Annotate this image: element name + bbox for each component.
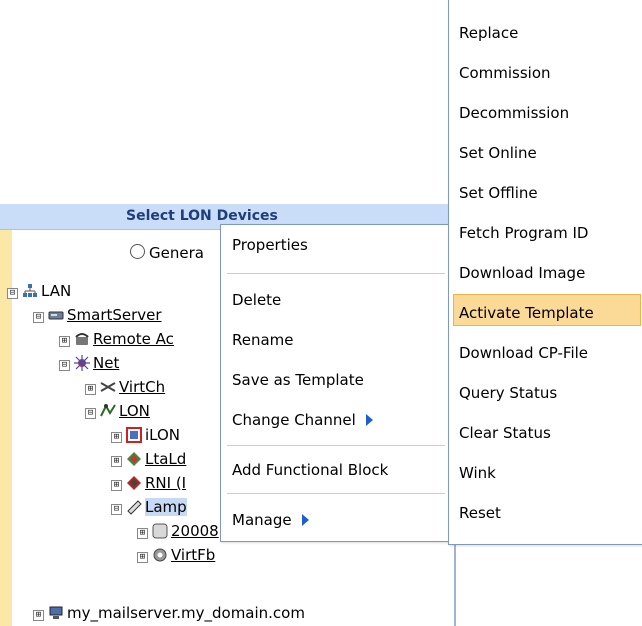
lon-channel-icon bbox=[100, 403, 116, 419]
menu-item-properties[interactable]: Properties bbox=[232, 236, 308, 254]
radio-label: Genera bbox=[149, 244, 204, 262]
manage-submenu: Replace Commission Decommission Set Onli… bbox=[448, 0, 642, 545]
rni-device-icon bbox=[126, 475, 142, 491]
submenu-arrow-icon bbox=[365, 414, 373, 426]
network-icon bbox=[22, 283, 38, 299]
menu-separator bbox=[227, 273, 445, 274]
tree-node-ltald[interactable]: ⊞ LtaLd bbox=[111, 449, 186, 469]
tree-label[interactable]: RNI (I bbox=[145, 474, 186, 492]
tree-node-lamp[interactable]: ⊟ Lamp bbox=[111, 497, 187, 517]
tree-label[interactable]: iLON bbox=[145, 426, 180, 444]
menu-item-decommission[interactable]: Decommission bbox=[459, 104, 569, 122]
menu-item-query-status[interactable]: Query Status bbox=[459, 384, 557, 402]
expand-icon[interactable]: ⊞ bbox=[85, 384, 96, 395]
collapse-icon[interactable]: ⊟ bbox=[85, 408, 96, 419]
tree-node-mailserver[interactable]: ⊞ my_mailserver.my_domain.com bbox=[33, 603, 305, 623]
menu-item-set-online[interactable]: Set Online bbox=[459, 144, 537, 162]
server-icon bbox=[48, 307, 64, 323]
expand-icon[interactable]: ⊞ bbox=[137, 552, 148, 563]
menu-item-commission[interactable]: Commission bbox=[459, 64, 551, 82]
menu-item-fetch-program-id[interactable]: Fetch Program ID bbox=[459, 224, 588, 242]
tree-node-20008[interactable]: ⊞ 20008 bbox=[137, 521, 219, 541]
lamp-device-icon bbox=[126, 499, 142, 515]
tree-node-lan[interactable]: ⊟ LAN bbox=[7, 281, 71, 301]
expand-icon[interactable]: ⊞ bbox=[111, 456, 122, 467]
menu-item-clear-status[interactable]: Clear Status bbox=[459, 424, 551, 442]
tree-label[interactable]: SmartServer bbox=[67, 306, 162, 324]
tree-label[interactable]: LON bbox=[119, 402, 150, 420]
tree-label[interactable]: Net bbox=[93, 354, 119, 372]
lta-device-icon bbox=[126, 451, 142, 467]
tree-label: LAN bbox=[41, 282, 72, 300]
expand-icon[interactable]: ⊞ bbox=[59, 336, 70, 347]
expand-icon[interactable]: ⊞ bbox=[111, 432, 122, 443]
channel-icon bbox=[100, 379, 116, 395]
menu-item-label: Change Channel bbox=[232, 411, 356, 429]
general-radio-option[interactable]: Genera bbox=[130, 244, 204, 262]
phone-icon bbox=[74, 331, 90, 347]
expand-icon[interactable]: ⊞ bbox=[111, 480, 122, 491]
net-icon bbox=[74, 355, 90, 371]
collapse-icon[interactable]: ⊟ bbox=[59, 360, 70, 371]
expand-icon[interactable]: ⊞ bbox=[137, 528, 148, 539]
tree-label[interactable]: my_mailserver.my_domain.com bbox=[67, 604, 305, 622]
block-icon bbox=[152, 523, 168, 539]
tree-label[interactable]: Remote Ac bbox=[93, 330, 174, 348]
tree-node-smartserver[interactable]: ⊟ SmartServer bbox=[33, 305, 162, 325]
menu-item-add-functional-block[interactable]: Add Functional Block bbox=[232, 461, 388, 479]
menu-item-manage[interactable]: Manage bbox=[232, 511, 309, 529]
menu-item-save-as-template[interactable]: Save as Template bbox=[232, 371, 364, 389]
tree-node-ilon[interactable]: ⊞ iLON bbox=[111, 425, 180, 445]
collapse-icon[interactable]: ⊟ bbox=[111, 504, 122, 515]
tree-label[interactable]: VirtCh bbox=[119, 378, 165, 396]
context-menu: Properties Delete Rename Save as Templat… bbox=[220, 224, 452, 542]
menu-item-rename[interactable]: Rename bbox=[232, 331, 294, 349]
menu-item-download-cp-file[interactable]: Download CP-File bbox=[459, 344, 588, 362]
menu-item-delete[interactable]: Delete bbox=[232, 291, 281, 309]
menu-item-set-offline[interactable]: Set Offline bbox=[459, 184, 538, 202]
collapse-icon[interactable]: ⊟ bbox=[33, 312, 44, 323]
menu-item-activate-template[interactable]: Activate Template bbox=[459, 304, 594, 322]
computer-icon bbox=[48, 605, 64, 621]
expand-icon[interactable]: ⊞ bbox=[33, 610, 44, 621]
ilon-device-icon bbox=[126, 427, 142, 443]
tree-label[interactable]: LtaLd bbox=[145, 450, 186, 468]
menu-item-reset[interactable]: Reset bbox=[459, 504, 501, 522]
gear-icon bbox=[152, 547, 168, 563]
tree-node-lon[interactable]: ⊟ LON bbox=[85, 401, 150, 421]
submenu-arrow-icon bbox=[301, 514, 309, 526]
tree-label[interactable]: 20008 bbox=[171, 522, 219, 540]
menu-item-download-image[interactable]: Download Image bbox=[459, 264, 585, 282]
tree-label[interactable]: VirtFb bbox=[171, 546, 215, 564]
tree-node-remote-access[interactable]: ⊞ Remote Ac bbox=[59, 329, 174, 349]
tree-node-rni[interactable]: ⊞ RNI (I bbox=[111, 473, 186, 493]
menu-item-change-channel[interactable]: Change Channel bbox=[232, 411, 373, 429]
tree-node-virtfb[interactable]: ⊞ VirtFb bbox=[137, 545, 215, 565]
menu-separator bbox=[227, 445, 445, 446]
tree-label-selected[interactable]: Lamp bbox=[145, 498, 187, 516]
menu-item-wink[interactable]: Wink bbox=[459, 464, 496, 482]
radio-button[interactable] bbox=[130, 244, 145, 259]
tree-node-net[interactable]: ⊟ Net bbox=[59, 353, 119, 373]
menu-separator bbox=[227, 493, 445, 494]
tree-node-virtch[interactable]: ⊞ VirtCh bbox=[85, 377, 165, 397]
panel-title: Select LON Devices bbox=[126, 208, 278, 224]
menu-item-replace[interactable]: Replace bbox=[459, 24, 518, 42]
collapse-icon[interactable]: ⊟ bbox=[7, 288, 18, 299]
menu-item-label: Manage bbox=[232, 511, 292, 529]
